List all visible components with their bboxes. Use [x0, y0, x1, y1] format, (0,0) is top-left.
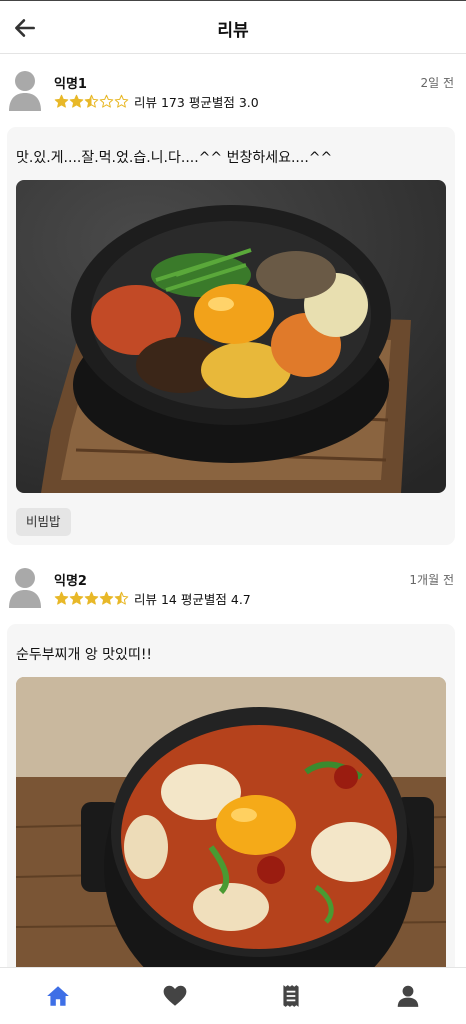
review-card: 맛.있.게....잘.먹.었.습.니.다....^^ 번창하세요....^^ 비…	[7, 127, 455, 545]
review-meta: 리뷰 173 평균별점 3.0	[54, 93, 263, 110]
star-full-icon	[54, 591, 69, 605]
nav-profile[interactable]	[350, 968, 466, 1024]
bibimbap-photo[interactable]	[16, 180, 446, 493]
star-full-icon	[54, 94, 69, 108]
nav-favorites[interactable]	[117, 968, 234, 1024]
review-text: 순두부찌개 앙 맛있띠!!	[16, 647, 153, 663]
star-rating	[54, 94, 129, 109]
author-name[interactable]: 익명2	[54, 570, 87, 589]
heart-icon[interactable]	[162, 983, 188, 1009]
average-rating: 평균별점 3.0	[188, 94, 259, 110]
review-date: 2일 전	[420, 76, 454, 90]
star-rating	[54, 591, 129, 606]
top-app-bar: 리뷰	[0, 0, 466, 54]
nav-orders[interactable]	[233, 968, 350, 1024]
nav-home[interactable]	[0, 968, 117, 1024]
star-empty-icon	[99, 94, 114, 108]
review-header: 익명1 2일 전 리뷰 173 평균별점 3.0	[0, 55, 466, 127]
star-full-icon	[84, 591, 99, 605]
review-meta: 리뷰 14 평균별점 4.7	[54, 590, 255, 607]
person-icon[interactable]	[395, 983, 421, 1009]
star-full-icon	[69, 591, 84, 605]
star-half-icon	[114, 591, 129, 605]
sundubu-jjigae-photo[interactable]	[16, 677, 446, 967]
review-text: 맛.있.게....잘.먹.었.습.니.다....^^ 번창하세요....^^	[16, 150, 333, 166]
home-icon[interactable]	[45, 983, 71, 1009]
average-rating: 평균별점 4.7	[180, 591, 251, 607]
star-full-icon	[99, 591, 114, 605]
page-title: 리뷰	[217, 21, 249, 41]
avatar-icon[interactable]	[8, 566, 42, 608]
review-count: 리뷰 173	[134, 94, 185, 110]
receipt-icon[interactable]	[278, 983, 304, 1009]
star-half-icon	[84, 94, 99, 108]
bottom-navigation	[0, 967, 466, 1024]
review-feed[interactable]: 익명1 2일 전 리뷰 173 평균별점 3.0 맛.있.게....잘.먹.었.…	[0, 55, 466, 967]
star-full-icon	[69, 94, 84, 108]
star-empty-icon	[114, 94, 129, 108]
review-date: 1개월 전	[409, 573, 454, 587]
avatar-icon[interactable]	[8, 69, 42, 111]
review-header: 익명2 1개월 전 리뷰 14 평균별점 4.7	[0, 552, 466, 624]
review-card: 순두부찌개 앙 맛있띠!!	[7, 624, 455, 967]
review-item: 익명2 1개월 전 리뷰 14 평균별점 4.7 순두부찌개 앙 맛있띠!!	[0, 552, 466, 967]
review-item: 익명1 2일 전 리뷰 173 평균별점 3.0 맛.있.게....잘.먹.었.…	[0, 55, 466, 552]
author-name[interactable]: 익명1	[54, 73, 87, 92]
review-count: 리뷰 14	[134, 591, 177, 607]
food-tag[interactable]: 비빔밥	[16, 508, 71, 536]
